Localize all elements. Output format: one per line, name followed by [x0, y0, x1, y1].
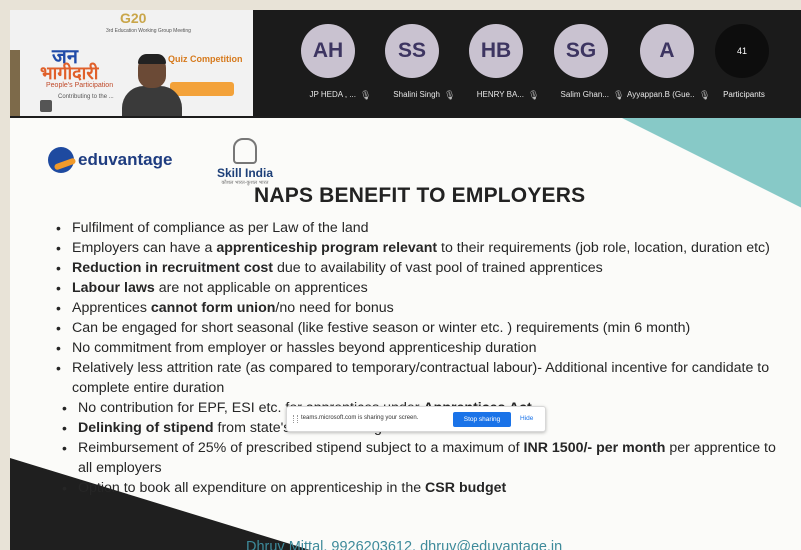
avatar: SG: [554, 24, 608, 78]
participant-name: JP HEDA , ...: [309, 90, 356, 99]
bhagidari-text: भागीदारी: [40, 63, 99, 84]
screen-sharing-banner: teams.microsoft.com is sharing your scre…: [286, 406, 546, 432]
mic-off-icon: 🎙: [613, 90, 625, 100]
participant-name: Shalini Singh: [393, 90, 440, 99]
mic-off-icon: 🎙: [360, 90, 372, 100]
list-item: Employers can have a apprenticeship prog…: [54, 238, 784, 258]
g20-logo-text: G20: [120, 10, 147, 26]
slide-title: NAPS BENEFIT TO EMPLOYERS: [254, 184, 586, 207]
speaker-figure: [122, 54, 182, 116]
skill-india-emblem-icon: [233, 138, 257, 164]
participant-name: Ayyappan.B (Gue...: [627, 90, 695, 99]
participant-tile[interactable]: SG Salim Ghan... 🎙: [541, 24, 625, 110]
list-item: Can be engaged for short seasonal (like …: [54, 318, 784, 338]
benefit-list: Fulfilment of compliance as per Law of t…: [54, 218, 784, 498]
participant-strip: G20 3rd Education Working Group Meeting …: [10, 10, 801, 116]
drag-handle-icon[interactable]: [293, 415, 298, 423]
avatar: SS: [385, 24, 439, 78]
avatar: AH: [301, 24, 355, 78]
event-subtitle: 3rd Education Working Group Meeting: [106, 28, 191, 34]
participant-tile[interactable]: AH JP HEDA , ... 🎙: [288, 24, 372, 110]
avatar: HB: [469, 24, 523, 78]
eduvantage-logo-icon: [48, 147, 74, 173]
active-speaker-video[interactable]: G20 3rd Education Working Group Meeting …: [10, 10, 253, 116]
background-pillar: [10, 50, 20, 116]
participant-tile[interactable]: SS Shalini Singh 🎙: [372, 24, 456, 110]
skill-india-logo: Skill India कौशल भारत-कुशल भारत: [210, 138, 280, 186]
logo-text: eduvantage: [78, 150, 173, 169]
stop-sharing-button[interactable]: Stop sharing: [453, 412, 511, 427]
list-item: Option to book all expenditure on appren…: [54, 478, 784, 498]
participant-count-button[interactable]: 41: [715, 24, 769, 78]
presenter-contact: Dhruv Mittal, 9926203612, dhruv@eduvanta…: [246, 539, 563, 550]
mic-off-icon: 🎙: [444, 90, 456, 100]
participant-name: HENRY BA...: [476, 90, 524, 99]
participant-tile[interactable]: A Ayyappan.B (Gue... 🎙: [627, 24, 710, 110]
participation-text: People's Participation: [46, 82, 114, 89]
list-item: Reduction in recruitment cost due to ava…: [54, 258, 784, 278]
participant-name: Salim Ghan...: [560, 90, 609, 99]
eduvantage-logo: eduvantage: [48, 144, 172, 176]
list-item: Reimbursement of 25% of prescribed stipe…: [54, 438, 784, 478]
list-item: Fulfilment of compliance as per Law of t…: [54, 218, 784, 238]
list-item: Labour laws are not applicable on appren…: [54, 278, 784, 298]
hide-link[interactable]: Hide: [520, 415, 533, 422]
list-item: Relatively less attrition rate (as compa…: [54, 358, 784, 398]
list-item: No commitment from employer or hassles b…: [54, 338, 784, 358]
sharing-message: teams.microsoft.com is sharing your scre…: [301, 415, 419, 421]
list-item: Apprentices cannot form union/no need fo…: [54, 298, 784, 318]
mic-off-icon: 🎙: [528, 90, 540, 100]
skill-india-name: Skill India: [216, 166, 273, 180]
participants-label: Participants: [723, 90, 765, 99]
muted-mic-icon: [40, 100, 52, 112]
shared-slide: eduvantage Skill India कौशल भारत-कुशल भा…: [10, 118, 801, 550]
contributing-text: Contributing to the ...: [58, 94, 114, 100]
avatar: A: [640, 24, 694, 78]
teal-corner-decoration: [622, 118, 801, 208]
meeting-window: G20 3rd Education Working Group Meeting …: [10, 10, 801, 550]
participant-tile[interactable]: HB HENRY BA... 🎙: [456, 24, 540, 110]
